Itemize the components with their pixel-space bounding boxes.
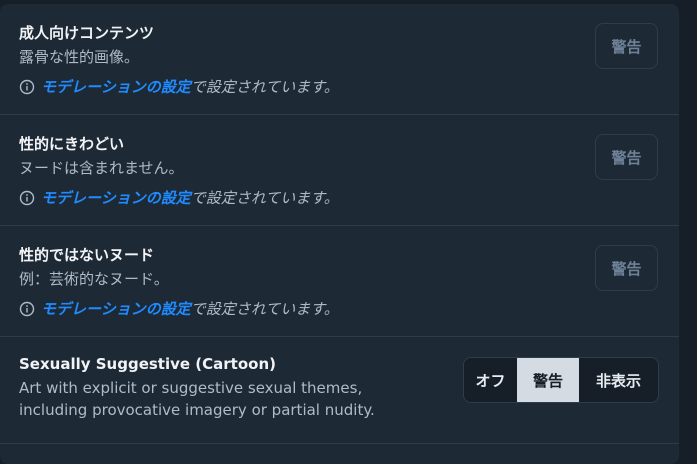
label-row-suggestive: 性的にきわどい ヌードは含まれません。 モデレーションの設定 で設定されています… — [0, 115, 679, 226]
label-description: Art with explicit or suggestive sexual t… — [19, 377, 375, 421]
label-row-adult-content: 成人向けコンテンツ 露骨な性的画像。 モデレーションの設定 で設定されています。… — [0, 4, 679, 115]
info-circle-icon — [19, 190, 35, 206]
moderation-note-suffix: で設定されています。 — [190, 78, 339, 96]
moderation-note-suffix: で設定されています。 — [190, 189, 339, 207]
label-row-suggestive-cartoon: Sexually Suggestive (Cartoon) Art with e… — [0, 337, 679, 444]
label-title: 成人向けコンテンツ — [19, 24, 155, 42]
moderation-note: モデレーションの設定 で設定されています。 — [19, 298, 339, 319]
warn-button[interactable]: 警告 — [595, 134, 658, 180]
info-circle-icon — [19, 301, 35, 317]
info-circle-icon — [19, 79, 35, 95]
segment-hide[interactable]: 非表示 — [579, 358, 658, 402]
moderation-note: モデレーションの設定 で設定されています。 — [19, 76, 339, 97]
label-description: 例：芸術的なヌード。 — [19, 270, 169, 288]
content-filter-panel: 成人向けコンテンツ 露骨な性的画像。 モデレーションの設定 で設定されています。… — [0, 4, 679, 464]
label-title: 性的にきわどい — [19, 135, 125, 153]
moderation-note-suffix: で設定されています。 — [190, 300, 339, 318]
warn-button[interactable]: 警告 — [595, 245, 658, 291]
label-title: 性的ではないヌード — [19, 246, 155, 264]
label-description: ヌードは含まれません。 — [19, 159, 184, 177]
label-description-line: Art with explicit or suggestive sexual t… — [19, 379, 363, 397]
segment-off[interactable]: オフ — [464, 358, 517, 402]
label-description: 露骨な性的画像。 — [19, 48, 140, 66]
segment-warn[interactable]: 警告 — [517, 358, 579, 402]
label-description-line: including provocative imagery or partial… — [19, 401, 375, 419]
visibility-segmented-control: オフ 警告 非表示 — [463, 357, 659, 403]
label-row-nonsexual-nudity: 性的ではないヌード 例：芸術的なヌード。 モデレーションの設定 で設定されていま… — [0, 226, 679, 337]
warn-button[interactable]: 警告 — [595, 23, 658, 69]
moderation-note: モデレーションの設定 で設定されています。 — [19, 187, 339, 208]
label-title: Sexually Suggestive (Cartoon) — [19, 355, 276, 373]
moderation-settings-link[interactable]: モデレーションの設定 — [41, 76, 191, 97]
moderation-settings-link[interactable]: モデレーションの設定 — [41, 298, 191, 319]
moderation-settings-link[interactable]: モデレーションの設定 — [41, 187, 191, 208]
